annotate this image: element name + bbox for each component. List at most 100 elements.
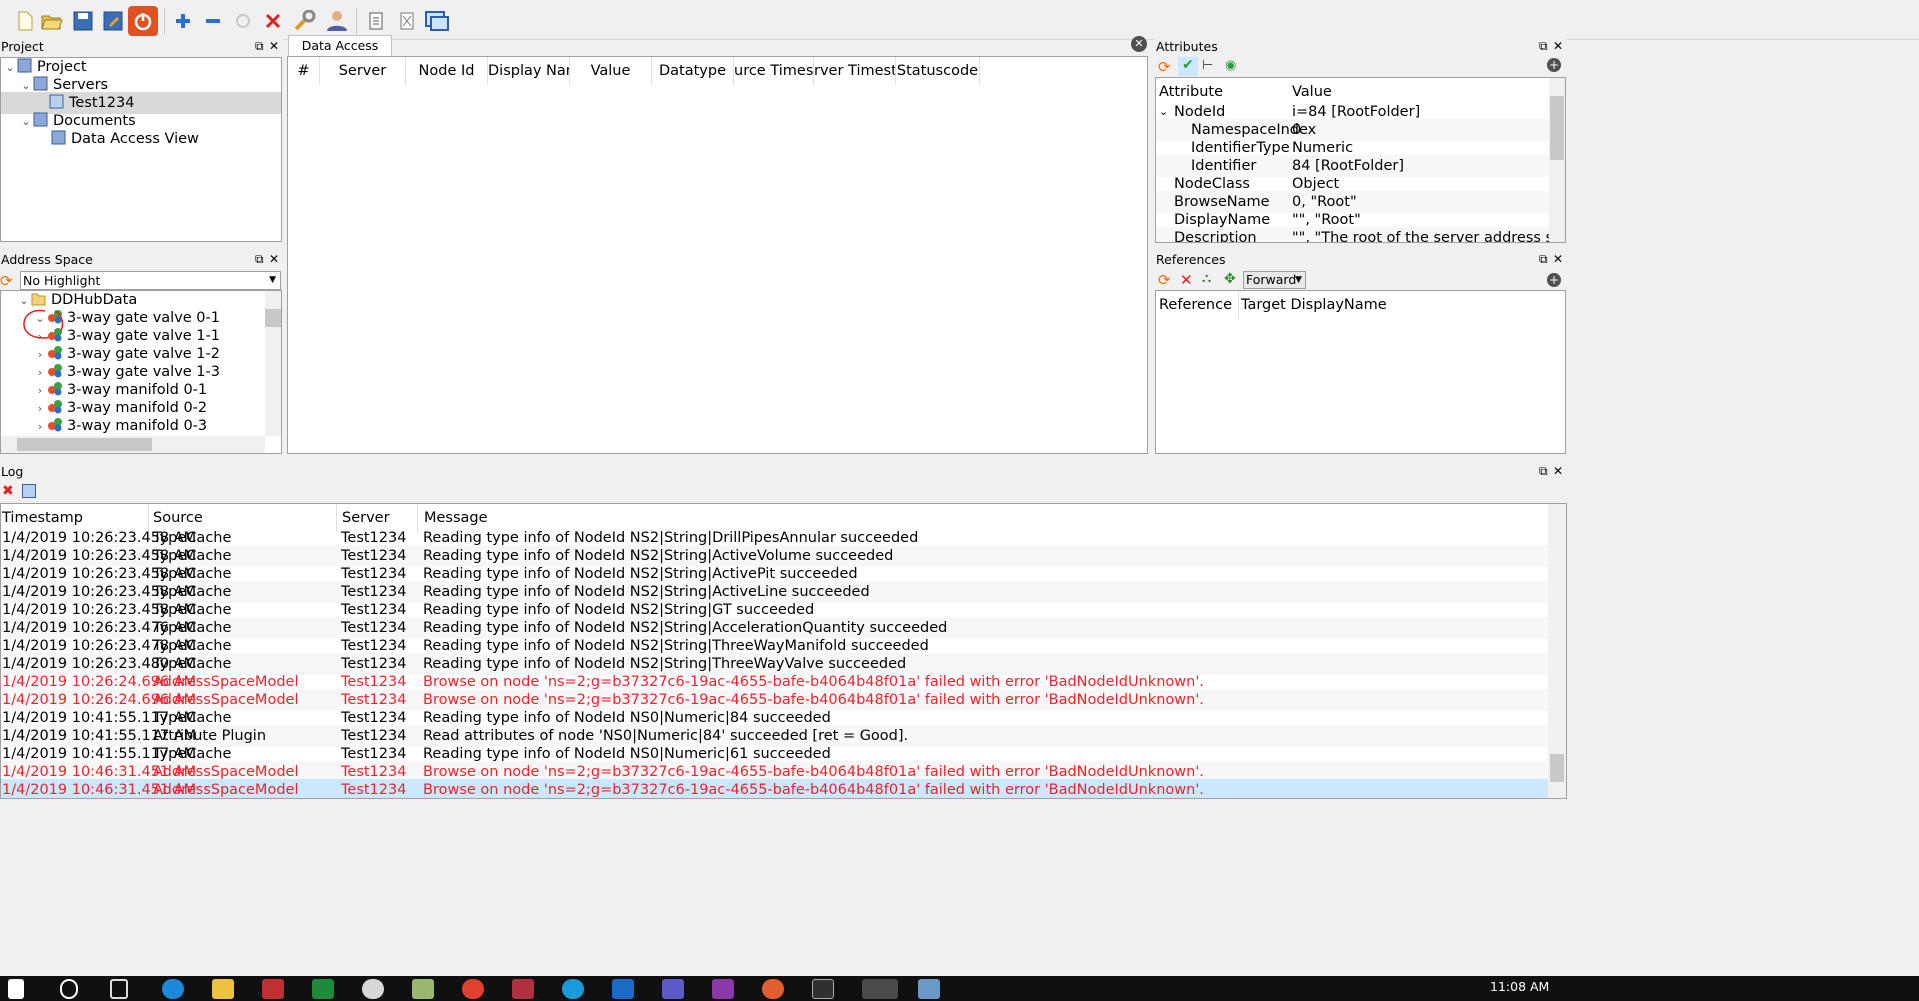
window-icon[interactable] [422, 6, 452, 36]
app-icon[interactable] [918, 979, 940, 999]
refresh-icon[interactable]: ⟳ [1158, 271, 1171, 289]
float-icon[interactable]: ⧉ [1539, 250, 1548, 269]
project-tree: ⌄ Project ⌄ Servers Test1234 ⌄ Documents Da… [0, 57, 282, 242]
document-icon[interactable] [361, 6, 391, 36]
column-header[interactable]: Statuscode [896, 57, 980, 85]
float-icon[interactable]: ⧉ [1539, 462, 1548, 481]
clock[interactable]: 11:08 AM [1490, 979, 1549, 994]
attribute-name: Description [1174, 230, 1257, 243]
check-icon[interactable]: ✔ [1178, 57, 1198, 76]
column-header[interactable]: Value [570, 57, 652, 85]
scroll-thumb[interactable] [1550, 754, 1564, 782]
close-doc-icon[interactable] [392, 6, 422, 36]
skype-icon[interactable] [562, 979, 584, 999]
column-header[interactable]: # [288, 57, 320, 85]
float-icon[interactable]: ⧉ [255, 37, 264, 56]
scroll-thumb[interactable] [265, 309, 281, 327]
float-icon[interactable]: ⧉ [255, 250, 264, 269]
log-row[interactable]: 1/4/2019 10:46:31.451 AM AddressSpaceMode… [1, 779, 1566, 798]
hierarchy-icon[interactable]: ⛬ [1202, 271, 1211, 286]
new-icon[interactable] [10, 6, 40, 36]
delete-icon[interactable] [258, 6, 288, 36]
explorer-icon[interactable] [212, 979, 234, 999]
address-space-title-label: Address Space [1, 252, 93, 267]
add-circle-icon[interactable]: + [1547, 58, 1561, 72]
tree-item-data-access-view[interactable]: Data Access View [51, 128, 199, 150]
scroll-thumb[interactable] [17, 438, 152, 451]
highlight-dropdown[interactable]: No Highlight ▼ [20, 271, 281, 290]
start-icon[interactable] [8, 979, 24, 999]
search-icon[interactable] [60, 979, 78, 999]
tree-item-node[interactable]: › 3-way manifold 0-3 [33, 415, 207, 437]
log-title-label: Log [1, 464, 24, 479]
power-icon[interactable] [128, 6, 158, 36]
outlook-icon[interactable] [612, 979, 634, 999]
terminal-icon[interactable] [812, 979, 834, 999]
save-icon[interactable] [68, 6, 98, 36]
add-icon[interactable] [168, 6, 198, 36]
user-icon[interactable] [322, 6, 352, 36]
tree-item-label: Project [37, 59, 87, 75]
object-node-icon [48, 382, 62, 396]
clear-log-icon[interactable]: ✖ [2, 483, 14, 499]
edge-icon[interactable] [162, 979, 184, 999]
refresh-disabled-icon [228, 6, 258, 36]
chrome-icon[interactable] [462, 979, 484, 999]
task-view-icon[interactable] [110, 979, 128, 999]
chevron-down-icon[interactable]: ⌄ [3, 57, 17, 79]
app-icon[interactable] [512, 979, 534, 999]
column-header[interactable]: rver Timestan [814, 57, 896, 85]
close-icon[interactable]: ✕ [269, 37, 279, 56]
column-header[interactable]: Reference [1159, 291, 1239, 319]
app-icon[interactable] [362, 979, 384, 999]
column-header[interactable]: Server [320, 57, 406, 85]
project-pane-title: Project ⧉ ✕ [0, 37, 283, 56]
app-icon[interactable] [312, 979, 334, 999]
column-header[interactable]: Display Name [488, 57, 570, 85]
delete-icon[interactable]: ✕ [1180, 271, 1193, 289]
close-icon[interactable]: ✕ [1553, 37, 1563, 56]
active-app-icon[interactable] [862, 979, 898, 999]
close-icon[interactable]: ✕ [1553, 250, 1563, 269]
chevron-right-icon[interactable]: › [33, 416, 47, 438]
close-icon[interactable]: ✕ [1553, 462, 1563, 481]
vertical-scrollbar[interactable] [265, 291, 281, 436]
horizontal-scrollbar[interactable] [1, 436, 265, 453]
object-node-icon [48, 328, 62, 342]
float-icon[interactable]: ⧉ [1539, 37, 1548, 56]
column-header[interactable]: Target DisplayName [1241, 291, 1441, 319]
store-icon[interactable] [262, 979, 284, 999]
close-tab-icon[interactable]: ✕ [1131, 36, 1147, 52]
add-circle-icon[interactable]: + [1547, 273, 1561, 287]
column-header[interactable]: Node Id [406, 57, 488, 85]
vertical-scrollbar[interactable] [1549, 78, 1565, 242]
direction-dropdown[interactable]: Forward ▼ [1243, 271, 1306, 289]
tree-item-label: 3-way manifold 0-3 [67, 418, 208, 434]
column-header[interactable]: Datatype [652, 57, 734, 85]
save-as-icon[interactable] [98, 6, 128, 36]
remove-icon[interactable] [198, 6, 228, 36]
onenote-icon[interactable] [712, 979, 734, 999]
refresh-icon[interactable]: ⟳ [1158, 58, 1171, 76]
vertical-scrollbar[interactable] [1548, 504, 1566, 798]
close-icon[interactable]: ✕ [269, 250, 279, 269]
save-log-icon[interactable] [22, 484, 36, 498]
tree-item-label: 3-way gate valve 1-1 [67, 328, 220, 344]
tree-item-label: 3-way manifold 0-2 [67, 400, 208, 416]
app-icon[interactable] [762, 979, 784, 999]
attribute-row[interactable]: Description "", "The root of the server a… [1156, 227, 1565, 243]
monitor-icon[interactable]: ◉ [1225, 58, 1236, 73]
refresh-icon[interactable]: ⟳ [0, 272, 20, 290]
attribute-filter-icon[interactable]: ⊢ [1202, 58, 1213, 73]
data-access-grid: # Server Node Id Display Name Value Data… [287, 56, 1148, 454]
chevron-down-icon[interactable]: ⌄ [19, 111, 33, 133]
object-node-icon [48, 364, 62, 378]
move-icon[interactable]: ✥ [1224, 271, 1236, 287]
scroll-thumb[interactable] [1550, 96, 1564, 160]
settings-wrench-icon[interactable] [290, 6, 320, 36]
column-header[interactable]: urce Timestar [734, 57, 814, 85]
open-icon[interactable] [37, 6, 67, 36]
teams-icon[interactable] [662, 979, 684, 999]
app-icon[interactable] [412, 979, 434, 999]
tab-data-access-view[interactable]: Data Access View [288, 35, 392, 73]
